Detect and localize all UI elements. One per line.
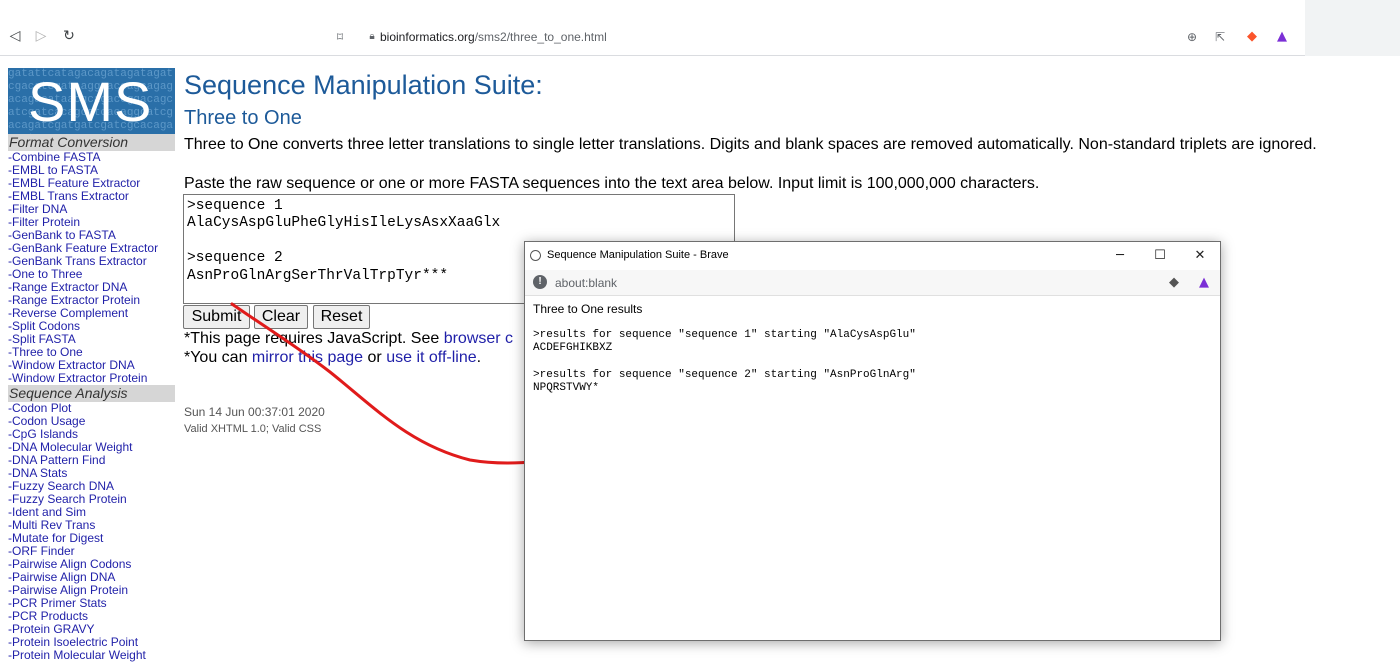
- paste-instructions: Paste the raw sequence or one or more FA…: [184, 175, 1040, 192]
- maximize-icon[interactable]: ☐: [1150, 246, 1170, 266]
- page-subtitle: Three to One: [184, 107, 302, 129]
- brave-shield-icon[interactable]: ◆: [1166, 275, 1182, 291]
- zoom-icon[interactable]: ⊕: [1184, 29, 1200, 45]
- offline-link[interactable]: use it off-line: [386, 349, 476, 366]
- mirror-note-suffix: .: [476, 349, 482, 366]
- brave-rewards-icon[interactable]: ▲: [1196, 275, 1212, 291]
- logo-text: SMS: [28, 70, 153, 133]
- mirror-note-prefix: *You can: [184, 349, 252, 366]
- sidebar-link[interactable]: -Protein Molecular Weight: [8, 649, 175, 662]
- page-title: Sequence Manipulation Suite:: [184, 70, 543, 100]
- reload-icon[interactable]: ↻: [60, 27, 78, 45]
- result-value: NPQRSTVWY*: [533, 382, 600, 394]
- share-icon[interactable]: ⇱: [1212, 29, 1228, 45]
- brave-rewards-icon[interactable]: ▲: [1274, 29, 1290, 45]
- info-icon[interactable]: !: [533, 275, 547, 289]
- tool-description: Three to One converts three letter trans…: [184, 136, 1317, 153]
- result-value: ACDEFGHIKBXZ: [533, 342, 613, 354]
- result-header: >results for sequence "sequence 2" start…: [533, 369, 916, 381]
- mirror-note-mid: or: [363, 349, 387, 366]
- submit-button[interactable]: Submit: [183, 305, 250, 329]
- globe-icon: [530, 250, 541, 261]
- minimize-icon[interactable]: ─: [1110, 246, 1130, 266]
- lock-icon[interactable]: 🔒︎: [364, 29, 380, 45]
- sidebar-link[interactable]: -Window Extractor Protein: [8, 372, 175, 385]
- url-text[interactable]: bioinformatics.org/sms2/three_to_one.htm…: [380, 30, 607, 44]
- browser-toolbar: ◁ ▷ ↻ ⌑ 🔒︎ bioinformatics.org/sms2/three…: [0, 0, 1400, 56]
- validation-note: Valid XHTML 1.0; Valid CSS: [184, 423, 322, 435]
- sms-logo: gatattcatagacagatagatagatcgacatcgataaggc…: [8, 68, 175, 134]
- javascript-note-text: *This page requires JavaScript. See: [184, 330, 444, 347]
- popup-results: Three to One results >results for sequen…: [533, 302, 1213, 395]
- browser-compatibility-link[interactable]: browser c: [444, 330, 513, 347]
- reset-button[interactable]: Reset: [313, 305, 370, 329]
- close-icon[interactable]: ✕: [1190, 246, 1210, 266]
- javascript-note: *This page requires JavaScript. See brow…: [184, 330, 513, 348]
- popup-titlebar[interactable]: Sequence Manipulation Suite - Brave ─ ☐ …: [525, 242, 1220, 270]
- popup-address-text[interactable]: about:blank: [555, 276, 617, 290]
- results-title: Three to One results: [533, 302, 643, 316]
- bookmark-icon[interactable]: ⌑: [332, 29, 348, 45]
- results-popup-window[interactable]: Sequence Manipulation Suite - Brave ─ ☐ …: [524, 241, 1221, 641]
- popup-window-title: Sequence Manipulation Suite - Brave: [547, 249, 729, 261]
- clear-button[interactable]: Clear: [254, 305, 308, 329]
- toolbar-extension-area: [1305, 0, 1400, 56]
- url-path: /sms2/three_to_one.html: [474, 30, 607, 44]
- address-bar[interactable]: ⌑ 🔒︎ bioinformatics.org/sms2/three_to_on…: [328, 24, 1298, 50]
- page-date: Sun 14 Jun 00:37:01 2020: [184, 405, 325, 419]
- mirror-note: *You can mirror this page or use it off-…: [184, 349, 481, 367]
- url-host: bioinformatics.org: [380, 30, 475, 44]
- sidebar-nav: Format Conversion -Combine FASTA -EMBL to …: [8, 134, 175, 662]
- sidebar-section-header: Format Conversion: [8, 134, 175, 151]
- mirror-page-link[interactable]: mirror this page: [252, 349, 363, 366]
- sidebar-section-header: Sequence Analysis: [8, 385, 175, 402]
- back-icon[interactable]: ◁: [6, 27, 24, 45]
- popup-address-bar[interactable]: ! about:blank ◆ ▲: [525, 270, 1220, 296]
- result-header: >results for sequence "sequence 1" start…: [533, 329, 916, 341]
- brave-shield-icon[interactable]: ◆: [1244, 29, 1260, 45]
- forward-icon[interactable]: ▷: [32, 27, 50, 45]
